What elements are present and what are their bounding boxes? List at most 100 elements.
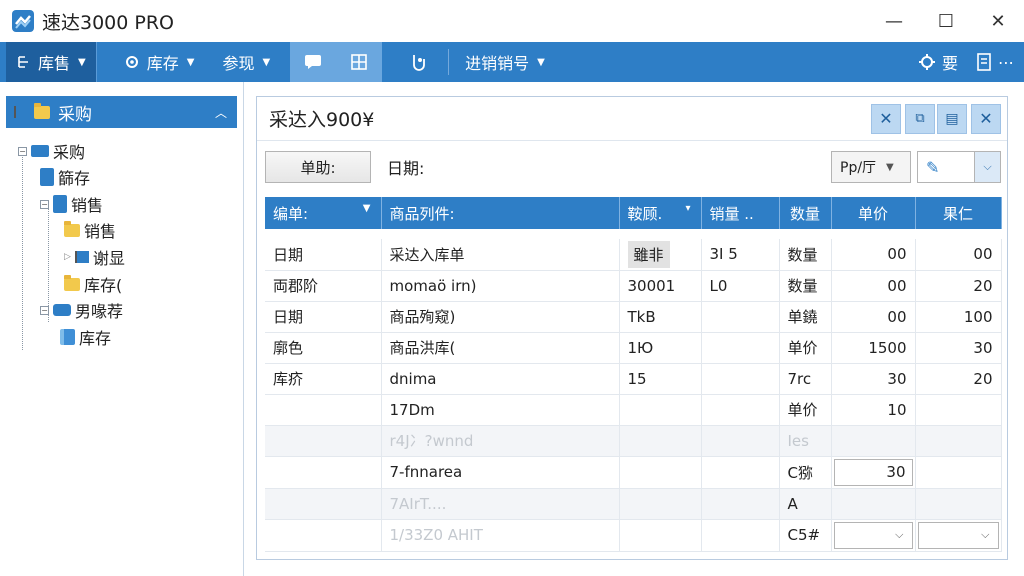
tree-item-sales[interactable]: − 销售 <box>40 191 103 217</box>
table-cell[interactable]: 数量 <box>779 270 832 302</box>
expand-arrow-icon[interactable]: ▷ <box>64 252 71 262</box>
table-cell[interactable]: ⌵ <box>831 519 916 552</box>
cell-dropdown[interactable]: ⌵ <box>917 521 999 549</box>
table-cell[interactable]: 采达入库单 <box>381 239 620 271</box>
table-cell[interactable]: momaö irn) <box>381 270 620 302</box>
table-cell[interactable]: 30 <box>831 363 916 395</box>
table-cell[interactable] <box>619 488 702 520</box>
table-row[interactable]: 库疥 dnima 15 7rc 30 20 <box>265 363 1002 395</box>
table-cell[interactable]: 廓色 <box>265 332 382 364</box>
table-cell[interactable]: A <box>779 488 832 520</box>
table-cell[interactable]: C5# <box>779 519 832 552</box>
toolbar-menu-invoice[interactable]: 进销销号 ▼ <box>455 42 555 82</box>
table-cell[interactable]: 单价 <box>779 394 832 426</box>
copy-doc-button[interactable]: ⧉ <box>905 103 935 134</box>
table-cell[interactable]: 1500 <box>831 332 916 364</box>
table-cell[interactable]: ⌵ <box>915 519 1002 552</box>
table-cell[interactable] <box>701 332 780 364</box>
table-cell[interactable] <box>701 425 780 457</box>
tree-item-display[interactable]: ▷ 谢显 <box>64 244 125 270</box>
table-cell[interactable]: 10 <box>831 394 916 426</box>
collapse-toggle-icon[interactable]: − <box>18 146 27 156</box>
table-cell[interactable]: 单鐃 <box>779 301 832 333</box>
table-cell[interactable]: 両郡阶 <box>265 270 382 302</box>
table-cell[interactable]: 00 <box>831 270 916 302</box>
collapse-toggle-icon[interactable]: − <box>40 199 49 209</box>
table-cell[interactable]: 3I 5 <box>701 239 780 271</box>
table-cell[interactable]: 商品洪库( <box>381 332 620 364</box>
table-cell[interactable] <box>265 456 382 489</box>
close-window-button[interactable]: ✕ <box>971 103 1001 134</box>
table-cell[interactable] <box>619 425 702 457</box>
table-cell[interactable] <box>831 425 916 457</box>
table-cell[interactable]: r4J冫?wnnd <box>381 425 620 457</box>
table-cell[interactable]: 00 <box>831 301 916 333</box>
table-cell[interactable]: 30001 <box>619 270 702 302</box>
table-cell[interactable] <box>915 394 1002 426</box>
table-cell[interactable]: TkB <box>619 301 702 333</box>
table-cell[interactable]: Ies <box>779 425 832 457</box>
table-cell[interactable]: 30 <box>831 456 916 489</box>
table-cell[interactable]: 1Ю <box>619 332 702 364</box>
table-cell[interactable]: 单价 <box>779 332 832 364</box>
table-cell[interactable]: 20 <box>915 270 1002 302</box>
maximize-button[interactable]: ☐ <box>920 0 972 42</box>
chevron-up-icon[interactable]: ︿ <box>215 104 227 121</box>
table-row[interactable]: 7-fnnarea C猕 30 <box>265 456 1002 489</box>
table-row[interactable]: 1/33Z0 AHIT C5# ⌵ ⌵ <box>265 519 1002 552</box>
table-cell[interactable]: 20 <box>915 363 1002 395</box>
table-cell[interactable]: 00 <box>915 239 1002 271</box>
table-cell[interactable]: 00 <box>831 239 916 271</box>
table-row[interactable]: 両郡阶 momaö irn) 30001 L0 数量 00 20 <box>265 270 1002 302</box>
table-cell[interactable] <box>915 488 1002 520</box>
tree-item-delivery[interactable]: − 男喙荐 <box>40 297 123 323</box>
table-cell[interactable]: 100 <box>915 301 1002 333</box>
table-cell[interactable] <box>915 425 1002 457</box>
column-header[interactable]: 商品列件: <box>381 197 620 229</box>
table-row[interactable]: 日期 商品殉窥) TkB 单鐃 00 100 <box>265 301 1002 333</box>
collapse-toggle-icon[interactable]: − <box>40 305 49 315</box>
cell-input[interactable]: 30 <box>833 458 913 486</box>
table-cell[interactable] <box>265 488 382 520</box>
table-cell[interactable]: 17Dm <box>381 394 620 426</box>
table-cell[interactable] <box>701 519 780 552</box>
table-row[interactable]: 廓色 商品洪库( 1Ю 单价 1500 30 <box>265 332 1002 364</box>
table-cell[interactable] <box>701 363 780 395</box>
table-cell[interactable]: 7AIrT.... <box>381 488 620 520</box>
table-cell[interactable]: 商品殉窥) <box>381 301 620 333</box>
column-header[interactable]: 鞍顾. ▾ <box>619 197 702 229</box>
minimize-button[interactable]: — <box>868 0 920 42</box>
table-cell[interactable]: dnima <box>381 363 620 395</box>
toolbar-comment-button[interactable] <box>290 42 337 82</box>
table-cell[interactable]: 日期 <box>265 239 382 271</box>
table-cell[interactable]: 7-fnnarea <box>381 456 620 489</box>
table-cell[interactable]: 30 <box>915 332 1002 364</box>
table-cell[interactable] <box>701 394 780 426</box>
column-header[interactable]: 单价 <box>831 197 916 229</box>
tree-item-sales-folder[interactable]: 销售 <box>64 217 116 243</box>
sort-down-icon[interactable]: ▾ <box>685 203 690 214</box>
table-cell[interactable]: 1/33Z0 AHIT <box>381 519 620 552</box>
close-doc-button[interactable]: ✕ <box>871 103 901 134</box>
table-row[interactable]: r4J冫?wnnd Ies <box>265 425 1002 457</box>
table-cell[interactable]: C猕 <box>779 456 832 489</box>
table-cell[interactable] <box>619 519 702 552</box>
toolbar-more-button[interactable]: ⋯ <box>976 42 1014 82</box>
column-header[interactable]: 编单: ▼ <box>265 197 382 229</box>
toolbar-settings-button[interactable]: 要 <box>918 42 958 82</box>
sort-down-icon[interactable]: ▼ <box>363 203 371 214</box>
column-header[interactable]: 果仁 <box>915 197 1002 229</box>
table-cell[interactable]: 数量 <box>779 239 832 271</box>
tree-item-stock[interactable]: 库存 <box>60 324 111 350</box>
table-cell[interactable] <box>701 301 780 333</box>
tree-header[interactable]: 采购 ︿ <box>6 96 237 128</box>
table-row[interactable]: 7AIrT.... A <box>265 488 1002 520</box>
column-header[interactable]: 数量 <box>779 197 832 229</box>
toolbar-menu-stock[interactable]: 库存 ▼ <box>113 42 205 82</box>
table-cell[interactable] <box>265 394 382 426</box>
table-cell[interactable]: 库疥 <box>265 363 382 395</box>
table-row[interactable]: 17Dm 单价 10 <box>265 394 1002 426</box>
toolbar-grid-button[interactable] <box>336 42 383 82</box>
table-cell[interactable]: L0 <box>701 270 780 302</box>
table-cell[interactable] <box>701 456 780 489</box>
